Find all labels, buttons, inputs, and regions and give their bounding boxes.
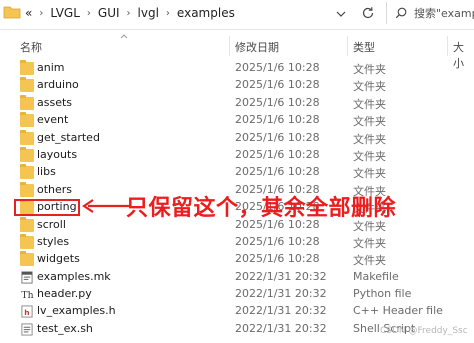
breadcrumb: « › LVGL › GUI › lvgl › examples <box>25 6 235 20</box>
file-date: 2025/1/6 10:28 <box>235 78 320 92</box>
breadcrumb-item-lvgl-root[interactable]: LVGL <box>50 6 80 20</box>
column-divider[interactable] <box>347 36 348 56</box>
file-type: 文件夹 <box>353 132 386 146</box>
file-date: 2025/1/6 10:28 <box>235 165 320 179</box>
file-type: 文件夹 <box>353 167 386 181</box>
list-item[interactable]: get_started 2025/1/6 10:28 文件夹 <box>0 129 474 147</box>
file-type: 文件夹 <box>353 115 386 129</box>
breadcrumb-item-lvgl[interactable]: lvgl <box>138 6 159 20</box>
list-item[interactable]: widgets 2025/1/6 10:28 文件夹 <box>0 251 474 268</box>
chevron-right-icon: › <box>39 7 44 19</box>
address-bar: « › LVGL › GUI › lvgl › examples 搜索"exam… <box>0 0 474 30</box>
column-divider[interactable] <box>229 36 230 56</box>
folder-icon <box>3 6 21 19</box>
list-item[interactable]: arduino 2025/1/6 10:28 文件夹 <box>0 77 474 94</box>
list-item[interactable]: examples.mk 2022/1/31 20:32 Makefile <box>0 269 474 286</box>
file-type: 文件夹 <box>353 236 386 250</box>
file-name: anim <box>37 61 65 74</box>
folder-icon <box>20 112 34 128</box>
file-name: assets <box>37 95 73 109</box>
column-header-type[interactable]: 类型 <box>353 39 375 55</box>
file-name: header.py <box>37 287 92 301</box>
file-date: 2025/1/6 10:28 <box>235 95 320 109</box>
file-type: 文件夹 <box>353 254 386 268</box>
breadcrumb-item-gui[interactable]: GUI <box>98 6 120 20</box>
file-name: styles <box>37 234 70 248</box>
column-header-name[interactable]: 名称 <box>20 39 42 55</box>
breadcrumb-item-examples[interactable]: examples <box>177 6 235 20</box>
file-type: 文件夹 <box>353 97 386 111</box>
file-type: Makefile <box>353 269 399 283</box>
list-item[interactable]: Th header.py 2022/1/31 20:32 Python file <box>0 286 474 303</box>
file-date: 2025/1/6 10:28 <box>235 113 320 127</box>
list-item[interactable]: assets 2025/1/6 10:28 文件夹 <box>0 94 474 112</box>
list-item[interactable]: libs 2025/1/6 10:28 文件夹 <box>0 164 474 181</box>
svg-text:h: h <box>24 309 29 318</box>
search-placeholder: 搜索"exampl <box>414 7 474 20</box>
python-file-icon: Th <box>21 290 33 301</box>
file-date: 2022/1/31 20:32 <box>235 269 327 283</box>
folder-icon <box>20 233 34 249</box>
file-type: 文件夹 <box>353 80 386 94</box>
header-file-icon: h <box>21 305 33 319</box>
chevron-down-icon[interactable] <box>334 6 348 22</box>
file-name: test_ex.sh <box>37 321 93 335</box>
arrow-left-icon <box>82 199 130 213</box>
file-name: examples.mk <box>37 269 111 283</box>
file-type: Python file <box>353 287 412 301</box>
folder-icon <box>20 216 34 232</box>
file-name: arduino <box>37 78 79 92</box>
file-name: lv_examples.h <box>37 304 116 318</box>
makefile-icon <box>21 271 33 284</box>
list-item[interactable]: h lv_examples.h 2022/1/31 20:32 C++ Head… <box>0 303 474 320</box>
chevron-right-icon: › <box>126 7 131 19</box>
svg-text:Th: Th <box>21 290 33 301</box>
file-name: get_started <box>37 130 100 144</box>
file-name: libs <box>37 165 56 179</box>
column-header-row: 名称 修改日期 类型 大小 <box>0 32 474 70</box>
file-date: 2025/1/6 10:28 <box>235 147 320 161</box>
refresh-icon[interactable] <box>360 5 376 21</box>
list-item[interactable]: styles 2025/1/6 10:28 文件夹 <box>0 233 474 251</box>
folder-icon <box>20 164 34 180</box>
column-header-date[interactable]: 修改日期 <box>235 39 279 55</box>
file-name: others <box>37 182 73 196</box>
list-item[interactable]: layouts 2025/1/6 10:28 文件夹 <box>0 146 474 164</box>
file-name: event <box>37 113 69 127</box>
file-date: 2022/1/31 20:32 <box>235 304 327 318</box>
file-name: widgets <box>37 252 80 266</box>
breadcrumb-overflow[interactable]: « <box>25 6 32 20</box>
file-type: 文件夹 <box>353 63 386 76</box>
shell-script-icon <box>21 323 33 336</box>
folder-icon <box>20 77 34 93</box>
sort-up-icon <box>120 34 128 39</box>
file-date: 2022/1/31 20:32 <box>235 287 327 301</box>
file-date: 2025/1/6 10:28 <box>235 252 320 266</box>
file-type: 文件夹 <box>353 149 386 163</box>
folder-icon <box>20 251 34 267</box>
folder-icon <box>20 94 34 110</box>
watermark: CSDN @Freddy_Ssc <box>380 326 468 336</box>
highlight-box <box>14 199 80 216</box>
folder-icon <box>20 146 34 162</box>
file-type: C++ Header file <box>353 304 443 318</box>
file-date: 2025/1/6 10:28 <box>235 130 320 144</box>
chevron-right-icon: › <box>86 7 91 19</box>
folder-icon <box>20 129 34 145</box>
folder-icon <box>20 60 34 75</box>
column-divider[interactable] <box>447 36 448 56</box>
annotation-text: 只保留这个，其余全部删除 <box>126 196 397 221</box>
file-name: layouts <box>37 147 78 161</box>
chevron-right-icon: › <box>165 7 170 19</box>
list-item[interactable]: event 2025/1/6 10:28 文件夹 <box>0 112 474 129</box>
file-date: 2025/1/6 10:28 <box>235 61 320 74</box>
search-icon <box>395 7 407 19</box>
list-item[interactable]: anim 2025/1/6 10:28 文件夹 <box>0 60 474 77</box>
folder-icon <box>20 181 34 197</box>
file-date: 2022/1/31 20:32 <box>235 321 327 335</box>
file-name: scroll <box>37 217 66 231</box>
file-date: 2025/1/6 10:28 <box>235 234 320 248</box>
search-box[interactable]: 搜索"exampl <box>386 2 474 24</box>
